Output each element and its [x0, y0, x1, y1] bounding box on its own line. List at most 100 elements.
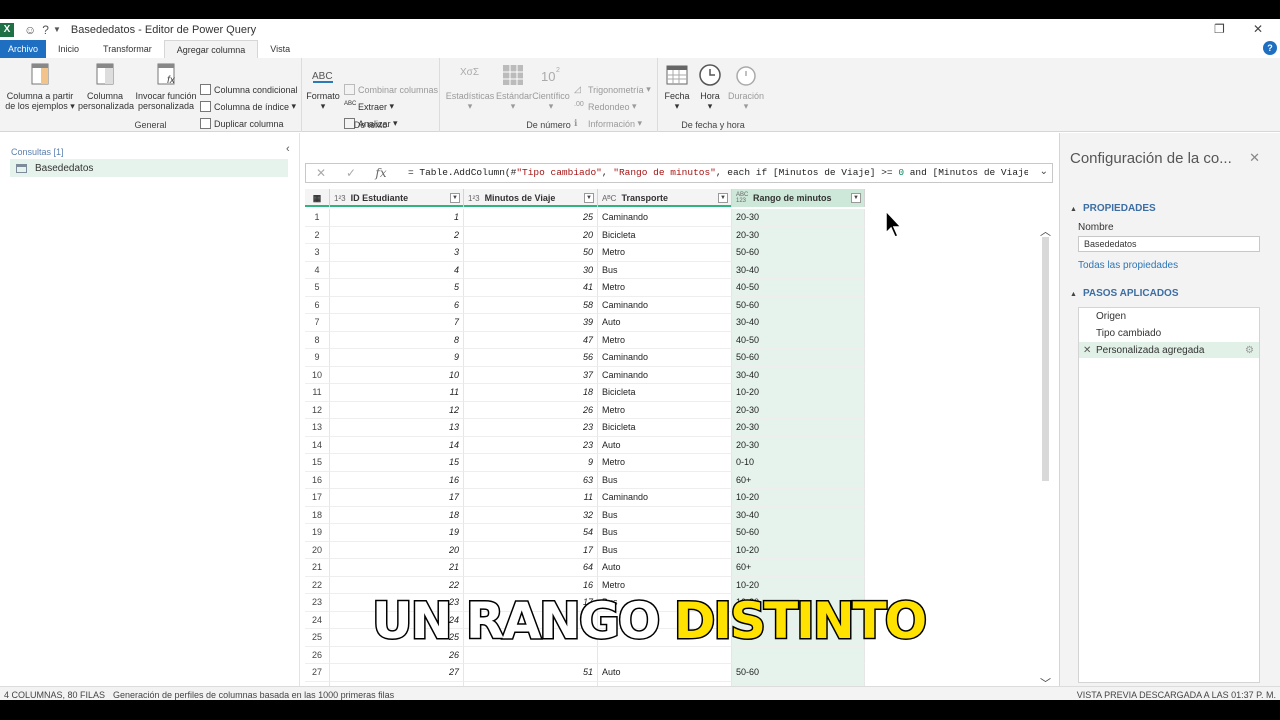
table-row[interactable]: 4 4 30 Bus 30-40	[305, 261, 865, 279]
cell-id[interactable]: 6	[330, 296, 464, 314]
column-header-minutes[interactable]: 1²3 Minutos de Viaje ▼	[464, 189, 598, 207]
cell-id[interactable]: 18	[330, 506, 464, 524]
extract-button[interactable]: ABC Extraer ▾	[344, 101, 394, 112]
filter-dropdown-icon[interactable]: ▼	[450, 193, 460, 203]
table-row[interactable]: 1 1 25 Caminando 20-30	[305, 209, 865, 227]
cell-id[interactable]: 4	[330, 261, 464, 279]
cell-minutes[interactable]: 17	[464, 541, 598, 559]
query-name-input[interactable]	[1078, 236, 1260, 252]
scientific-button[interactable]: 10 2 Científico ▾	[532, 61, 570, 111]
table-row[interactable]: 16 16 63 Bus 60+	[305, 471, 865, 489]
cell-transport[interactable]: Metro	[598, 279, 732, 297]
rounding-button[interactable]: .00 Redondeo ▾	[574, 101, 637, 112]
cell-id[interactable]: 17	[330, 489, 464, 507]
cell-range[interactable]: 50-60	[732, 244, 865, 262]
help-icon[interactable]: ?	[1263, 41, 1277, 55]
step-origen[interactable]: Origen	[1079, 308, 1259, 324]
restore-icon[interactable]: ❐	[1214, 22, 1225, 36]
cell-range[interactable]: 20-30	[732, 209, 865, 227]
cell-minutes[interactable]: 64	[464, 559, 598, 577]
formula-bar[interactable]: ✕ ✓ fx = Table.AddColumn(#"Tipo cambiado…	[305, 163, 1053, 183]
query-item-basededatos[interactable]: Basededatos	[10, 159, 288, 177]
table-row[interactable]: 19 19 54 Bus 50-60	[305, 524, 865, 542]
formula-text[interactable]: = Table.AddColumn(#"Tipo cambiado", "Ran…	[408, 167, 1028, 178]
cell-range[interactable]: 30-40	[732, 314, 865, 332]
table-row[interactable]: 27 27 51 Auto 50-60	[305, 664, 865, 682]
cell-minutes[interactable]: 32	[464, 506, 598, 524]
trigonometry-button[interactable]: ◿ Trigonometría ▾	[574, 84, 651, 95]
table-row[interactable]: 20 20 17 Bus 10-20	[305, 541, 865, 559]
cell-transport[interactable]: Bicicleta	[598, 226, 732, 244]
cell-range[interactable]: 10-20	[732, 489, 865, 507]
cell-range[interactable]: 20-30	[732, 419, 865, 437]
table-row[interactable]: 7 7 39 Auto 30-40	[305, 314, 865, 332]
tab-transformar[interactable]: Transformar	[91, 40, 164, 58]
cell-id[interactable]: 19	[330, 524, 464, 542]
quick-access-dropdown-icon[interactable]: ▼	[53, 25, 61, 34]
cell-range[interactable]: 0-10	[732, 454, 865, 472]
cell-transport[interactable]: Auto	[598, 559, 732, 577]
cancel-formula-icon[interactable]: ✕	[306, 166, 336, 180]
cell-minutes[interactable]: 41	[464, 279, 598, 297]
conditional-column-button[interactable]: Columna condicional	[200, 84, 298, 95]
cell-transport[interactable]: Metro	[598, 331, 732, 349]
table-row[interactable]: 5 5 41 Metro 40-50	[305, 279, 865, 297]
column-header-transport[interactable]: AᴮC Transporte ▼	[598, 189, 732, 207]
table-row[interactable]: 21 21 64 Auto 60+	[305, 559, 865, 577]
cell-id[interactable]: 11	[330, 384, 464, 402]
cell-id[interactable]: 2	[330, 226, 464, 244]
all-properties-link[interactable]: Todas las propiedades	[1078, 260, 1178, 271]
cell-transport[interactable]: Bus	[598, 506, 732, 524]
cell-range[interactable]: 40-50	[732, 279, 865, 297]
properties-section-title[interactable]: PROPIEDADES	[1070, 203, 1156, 214]
delete-step-icon[interactable]: ✕	[1083, 345, 1091, 356]
cell-transport[interactable]: Metro	[598, 401, 732, 419]
cell-id[interactable]: 3	[330, 244, 464, 262]
cell-range[interactable]: 30-40	[732, 261, 865, 279]
cell-transport[interactable]: Caminando	[598, 209, 732, 227]
cell-minutes[interactable]: 63	[464, 471, 598, 489]
cell-minutes[interactable]: 56	[464, 349, 598, 367]
cell-id[interactable]: 27	[330, 664, 464, 682]
table-menu-icon[interactable]: ▦	[305, 189, 330, 207]
cell-id[interactable]: 9	[330, 349, 464, 367]
close-window-icon[interactable]: ✕	[1253, 22, 1263, 36]
cell-minutes[interactable]: 50	[464, 244, 598, 262]
table-row[interactable]: 8 8 47 Metro 40-50	[305, 331, 865, 349]
cell-transport[interactable]: Caminando	[598, 296, 732, 314]
step-tipo-cambiado[interactable]: Tipo cambiado	[1079, 325, 1259, 341]
table-row[interactable]: 13 13 23 Bicicleta 20-30	[305, 419, 865, 437]
time-button[interactable]: Hora ▾	[696, 61, 724, 111]
format-button[interactable]: ABC Formato ▾	[304, 61, 342, 111]
cell-transport[interactable]: Bicicleta	[598, 419, 732, 437]
cell-id[interactable]: 15	[330, 454, 464, 472]
cell-transport[interactable]: Caminando	[598, 489, 732, 507]
vertical-scrollbar[interactable]	[1042, 237, 1049, 481]
profiling-status[interactable]: Generación de perfiles de columnas basad…	[113, 690, 394, 700]
cell-minutes[interactable]: 23	[464, 419, 598, 437]
expand-formula-icon[interactable]: ⌄	[1040, 166, 1048, 177]
tab-inicio[interactable]: Inicio	[46, 40, 91, 58]
tab-vista[interactable]: Vista	[258, 40, 302, 58]
merge-columns-button[interactable]: Combinar columnas	[344, 84, 438, 95]
gear-icon[interactable]: ⚙	[1245, 345, 1254, 356]
cell-id[interactable]: 8	[330, 331, 464, 349]
table-row[interactable]: 15 15 9 Metro 0-10	[305, 454, 865, 472]
column-from-examples-button[interactable]: Columna a partir de los ejemplos ▾	[4, 61, 76, 111]
tab-archivo[interactable]: Archivo	[0, 40, 47, 58]
cell-range[interactable]: 50-60	[732, 664, 865, 682]
cell-id[interactable]: 10	[330, 366, 464, 384]
cell-range[interactable]: 60+	[732, 471, 865, 489]
cell-range[interactable]: 10-20	[732, 384, 865, 402]
cell-range[interactable]: 10-20	[732, 541, 865, 559]
cell-minutes[interactable]: 58	[464, 296, 598, 314]
help-quick-icon[interactable]: ?	[42, 23, 49, 37]
standard-button[interactable]: Estándar ▾	[496, 61, 532, 111]
cell-range[interactable]: 50-60	[732, 296, 865, 314]
invoke-function-button[interactable]: fx Invocar función personalizada	[134, 61, 198, 111]
cell-minutes[interactable]: 26	[464, 401, 598, 419]
cell-transport[interactable]: Bus	[598, 261, 732, 279]
cell-minutes[interactable]: 51	[464, 664, 598, 682]
cell-minutes[interactable]: 25	[464, 209, 598, 227]
cell-minutes[interactable]: 30	[464, 261, 598, 279]
